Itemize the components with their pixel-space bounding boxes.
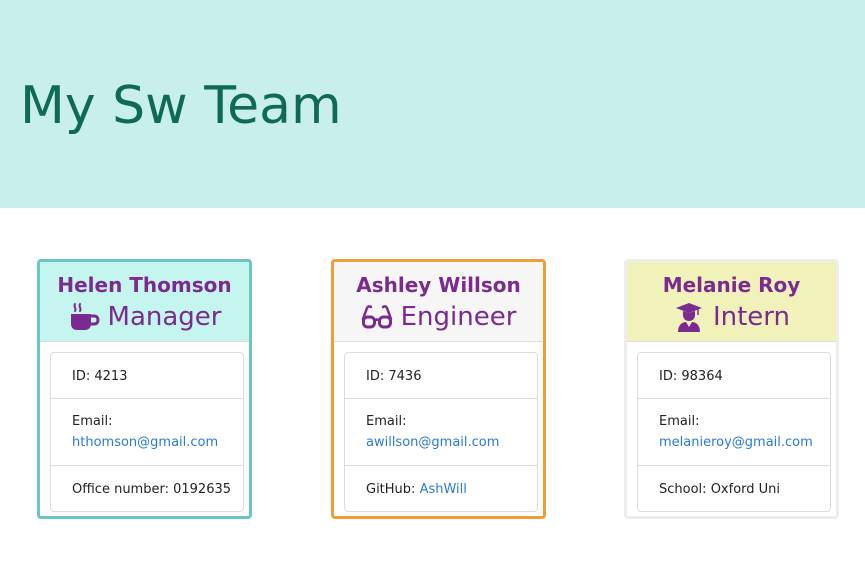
id-row: ID: 4213 xyxy=(51,353,243,399)
github-label: GitHub: xyxy=(366,482,416,497)
employee-details: ID: 4213 Email: hthomson@gmail.com Offic… xyxy=(50,352,244,512)
github-link[interactable]: AshWill xyxy=(420,482,467,497)
graduate-icon xyxy=(673,302,705,332)
email-label: Email: xyxy=(72,414,113,429)
id-row: ID: 7436 xyxy=(345,353,537,399)
id-label: ID: xyxy=(366,369,385,384)
role-label: Intern xyxy=(712,302,791,332)
office-number-row: Office number: 0192635 xyxy=(51,466,243,512)
id-value: 7436 xyxy=(388,369,422,384)
email-link[interactable]: melanieroy@gmail.com xyxy=(659,435,813,450)
email-row: Email: melanieroy@gmail.com xyxy=(638,399,830,466)
office-number-label: Office number: xyxy=(72,482,169,497)
school-row: School: Oxford Uni xyxy=(638,466,830,512)
card-header: Ashley Willson Engineer xyxy=(334,262,543,342)
email-label: Email: xyxy=(366,414,407,429)
id-label: ID: xyxy=(659,369,678,384)
email-link[interactable]: awillson@gmail.com xyxy=(366,435,499,450)
email-link[interactable]: hthomson@gmail.com xyxy=(72,435,218,450)
employee-details: ID: 7436 Email: awillson@gmail.com GitHu… xyxy=(344,352,538,512)
email-label: Email: xyxy=(659,414,700,429)
school-label: School: xyxy=(659,482,707,497)
role-label: Manager xyxy=(107,302,222,332)
employee-name: Ashley Willson xyxy=(356,273,521,297)
id-value: 4213 xyxy=(94,369,128,384)
employee-role: Intern xyxy=(627,299,836,335)
card-header: Helen Thomson Manager xyxy=(40,262,249,342)
id-value: 98364 xyxy=(681,369,723,384)
employee-name: Melanie Roy xyxy=(662,273,801,297)
card-header: Melanie Roy Intern xyxy=(627,262,836,342)
employee-details: ID: 98364 Email: melanieroy@gmail.com Sc… xyxy=(637,352,831,512)
page-header: My Sw Team xyxy=(0,0,865,208)
email-row: Email: awillson@gmail.com xyxy=(345,399,537,466)
employee-name: Helen Thomson xyxy=(57,273,232,297)
coffee-mug-icon xyxy=(68,302,100,332)
employee-role: Engineer xyxy=(334,299,543,335)
school-value: Oxford Uni xyxy=(710,482,781,497)
employee-card-manager: Helen Thomson Manager ID: 4213 Email: ht… xyxy=(37,259,252,519)
id-label: ID: xyxy=(72,369,91,384)
office-number-value: 0192635 xyxy=(173,482,232,497)
github-row: GitHub: AshWill xyxy=(345,466,537,512)
glasses-icon xyxy=(361,302,393,332)
page-title: My Sw Team xyxy=(20,76,342,136)
role-label: Engineer xyxy=(400,302,517,332)
employee-card-intern: Melanie Roy Intern ID: 98364 Email: mela… xyxy=(624,259,839,519)
employee-role: Manager xyxy=(40,299,249,335)
employee-card-engineer: Ashley Willson Engineer ID: 7436 Email: … xyxy=(331,259,546,519)
email-row: Email: hthomson@gmail.com xyxy=(51,399,243,466)
id-row: ID: 98364 xyxy=(638,353,830,399)
